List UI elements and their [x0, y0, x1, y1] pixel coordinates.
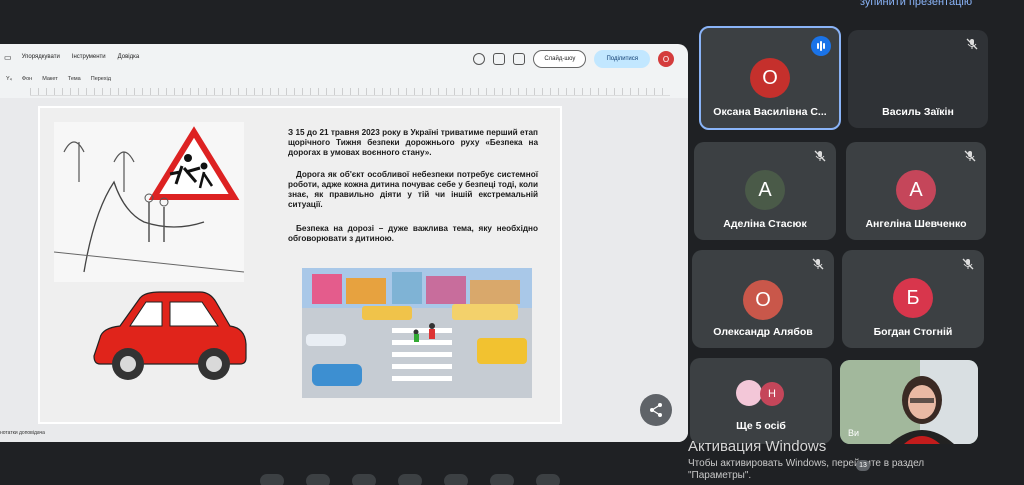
toolbar-background[interactable]: Фон: [22, 76, 32, 82]
avatar: А: [745, 170, 785, 210]
windows-activation-title: Активация Windows: [688, 438, 827, 455]
mic-off-icon: [814, 150, 826, 162]
ruler: [30, 88, 670, 96]
participant-name: Оксана Василівна С...: [713, 106, 827, 118]
slide[interactable]: З 15 до 21 травня 2023 року в Україні тр…: [38, 106, 562, 424]
participant-tile[interactable]: А Аделіна Стасюк: [694, 142, 836, 240]
control-button[interactable]: [536, 474, 560, 485]
control-button[interactable]: [306, 474, 330, 485]
menu-help[interactable]: Довідка: [116, 53, 142, 61]
participant-name: Василь Заїкін: [882, 106, 954, 118]
toolbar-theme[interactable]: Тема: [68, 76, 81, 82]
more-participants-tile[interactable]: Н Ще 5 осіб: [690, 358, 832, 444]
presentation-editor: ▭ Упорядкувати Інструменти Довідка Слайд…: [0, 44, 688, 442]
slide-canvas: З 15 до 21 травня 2023 року в Україні тр…: [0, 98, 688, 442]
slide-paragraph-3: Безпека на дорозі – дуже важлива тема, я…: [288, 224, 538, 243]
meeting-controls: [260, 474, 560, 485]
toolbar-layout[interactable]: Макет: [42, 76, 58, 82]
control-button[interactable]: [490, 474, 514, 485]
participant-tile[interactable]: О Оксана Василівна С...: [699, 26, 841, 130]
slide-paragraph-1: З 15 до 21 травня 2023 року в Україні тр…: [288, 128, 538, 157]
share-button[interactable]: Поділитися: [594, 50, 650, 68]
self-view-label: Ви: [848, 428, 860, 438]
format-toolbar: Y₄ Фон Макет Тема Перехід: [0, 72, 688, 86]
participant-name: Олександр Алябов: [713, 326, 813, 338]
meet-icon[interactable]: [513, 53, 526, 65]
participant-tile[interactable]: Б Богдан Стогній: [842, 250, 984, 348]
share-screen-fab[interactable]: [640, 394, 672, 426]
more-participants-label: Ще 5 осіб: [736, 420, 786, 432]
control-button[interactable]: [260, 474, 284, 485]
slide-paragraph-2: Дорога як об'єкт особливої небезпеки пот…: [288, 170, 538, 209]
control-button[interactable]: [444, 474, 468, 485]
participant-tile[interactable]: О Олександр Алябов: [692, 250, 834, 348]
self-view-tile[interactable]: Ви: [840, 360, 978, 444]
toolbar-transition[interactable]: Перехід: [91, 76, 111, 82]
share-icon: [650, 403, 662, 417]
participant-name: Богдан Стогній: [873, 326, 953, 338]
mini-avatar: [736, 380, 762, 406]
speaking-indicator-icon: [811, 36, 831, 56]
children-crossing-illustration: [53, 122, 245, 282]
speaker-notes[interactable]: нотатки доповідача: [0, 430, 45, 436]
city-crosswalk-illustration: [302, 268, 532, 398]
slideshow-button[interactable]: Слайд-шоу: [533, 50, 587, 68]
avatar: О: [743, 280, 783, 320]
participant-tile[interactable]: А Ангеліна Шевченко: [846, 142, 986, 240]
avatar: О: [750, 58, 790, 98]
folder-icon[interactable]: ▭: [4, 53, 12, 62]
red-car-illustration: [90, 288, 250, 388]
participant-name: Ангеліна Шевченко: [865, 218, 967, 230]
share-label: Поділитися: [606, 56, 638, 62]
mic-off-icon: [964, 150, 976, 162]
comment-icon[interactable]: [493, 53, 506, 65]
menu-tools[interactable]: Інструменти: [70, 53, 108, 61]
avatar: Б: [893, 278, 933, 318]
top-hint: зупинити презентацію: [860, 0, 973, 8]
history-icon[interactable]: [473, 53, 486, 65]
mic-off-icon: [812, 258, 824, 270]
account-avatar[interactable]: О: [658, 51, 674, 67]
menu-arrange[interactable]: Упорядкувати: [20, 53, 62, 61]
windows-activation-text: Чтобы активировать Windows, перейдите в …: [688, 458, 924, 482]
participant-name: Аделіна Стасюк: [723, 218, 807, 230]
camera-feed: [840, 360, 978, 444]
control-button[interactable]: [352, 474, 376, 485]
mic-off-icon: [966, 38, 978, 50]
text-icon[interactable]: Y₄: [6, 76, 12, 82]
windows-activation-line1: Чтобы активировать Windows, перейдите в …: [688, 458, 925, 469]
participant-count-badge: 13: [856, 460, 870, 471]
windows-activation-line2: "Параметры".: [688, 470, 752, 481]
mic-off-icon: [962, 258, 974, 270]
avatar: А: [896, 170, 936, 210]
participant-tile[interactable]: Василь Заїкін: [848, 30, 988, 128]
editor-top-buttons: Слайд-шоу Поділитися О: [473, 50, 674, 68]
mini-avatar: Н: [760, 382, 784, 406]
control-button[interactable]: [398, 474, 422, 485]
